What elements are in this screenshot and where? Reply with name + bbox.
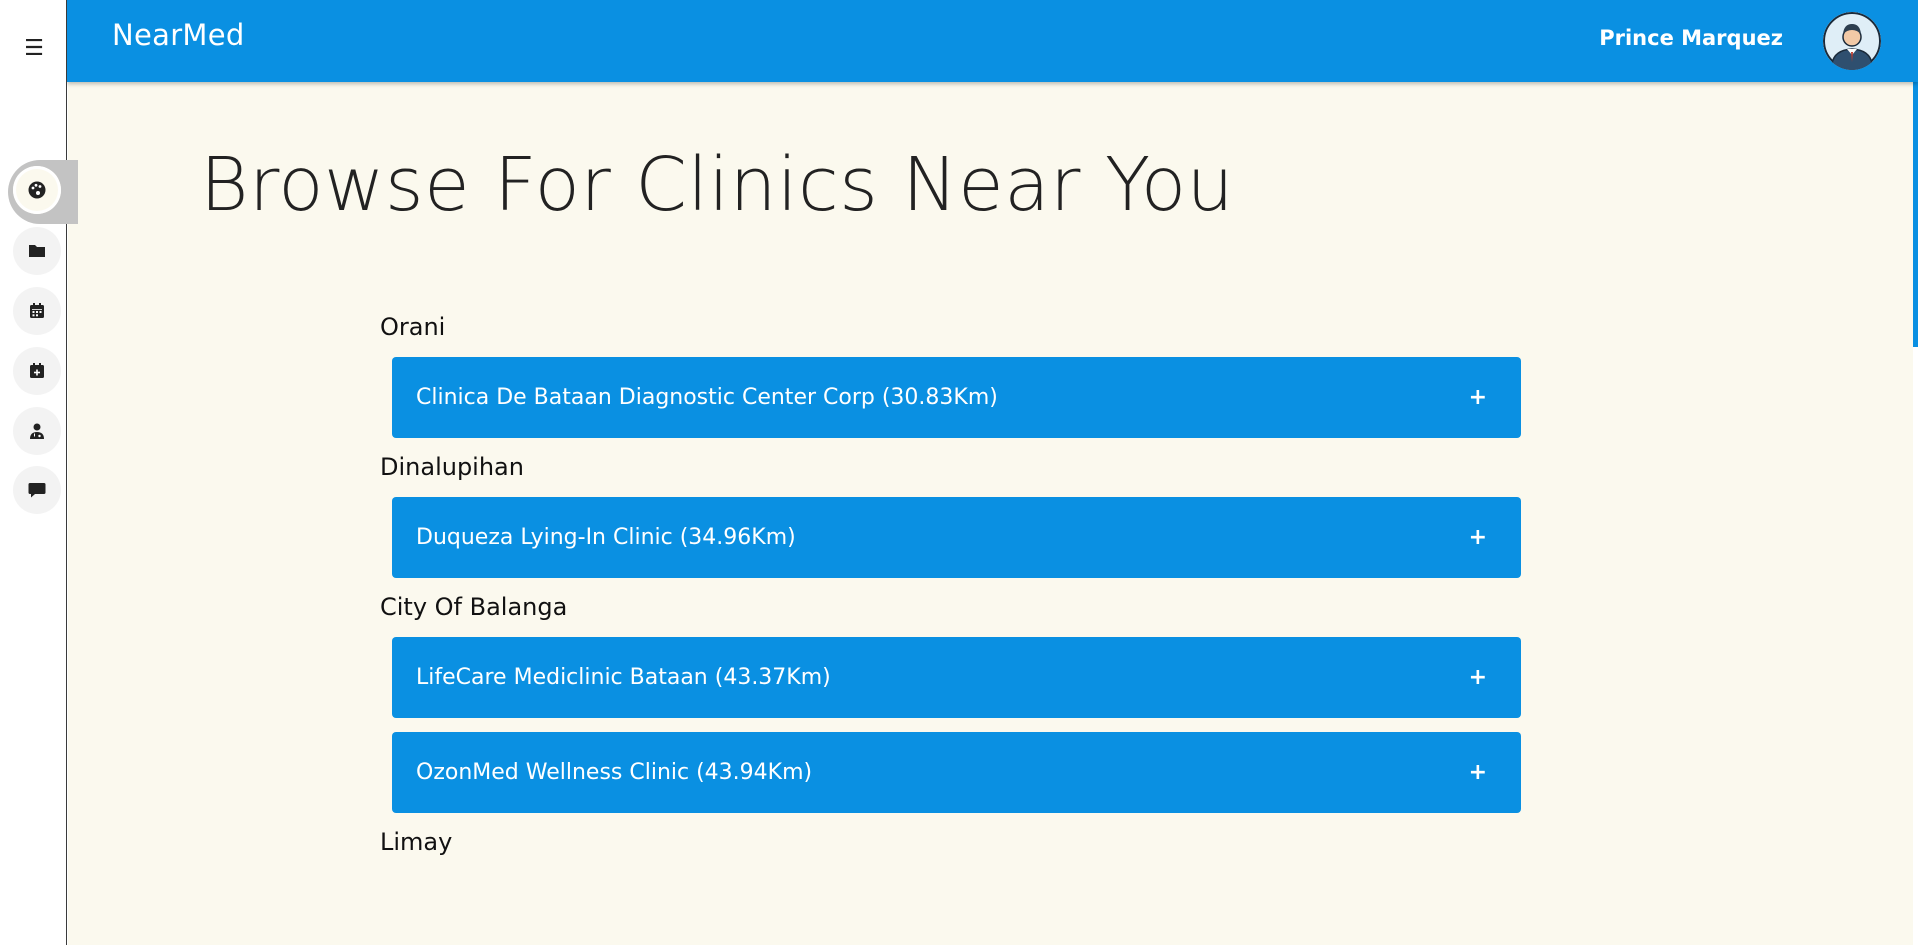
city-heading: Limay: [380, 828, 453, 856]
sidebar-item-messages[interactable]: [13, 466, 61, 514]
expand-plus-icon[interactable]: +: [1469, 665, 1487, 690]
sidebar-item-dashboard[interactable]: [13, 166, 61, 214]
expand-plus-icon[interactable]: +: [1469, 525, 1487, 550]
clinic-name: OzonMed Wellness Clinic (43.94Km): [416, 760, 813, 785]
hamburger-icon[interactable]: ☰: [22, 36, 46, 61]
sidebar-item-appointments[interactable]: [13, 347, 61, 395]
city-heading: Orani: [380, 313, 446, 341]
sidebar-item-calendar[interactable]: [13, 287, 61, 335]
avatar[interactable]: [1823, 12, 1881, 70]
clinic-accordion-item[interactable]: Duqueza Lying-In Clinic (34.96Km) +: [392, 497, 1521, 578]
calendar-icon: [30, 303, 44, 318]
user-avatar-icon: [1823, 12, 1881, 70]
clinic-name: LifeCare Mediclinic Bataan (43.37Km): [416, 665, 831, 690]
user-doctor-icon: [30, 423, 44, 439]
scrollbar-thumb[interactable]: [1913, 82, 1918, 347]
clinic-accordion-item[interactable]: Clinica De Bataan Diagnostic Center Corp…: [392, 357, 1521, 438]
palette-icon: [28, 181, 46, 199]
main-content: Browse For Clinics Near You Orani Clinic…: [68, 82, 1913, 945]
brand-logo[interactable]: NearMed: [112, 18, 245, 52]
clinic-accordion-item[interactable]: OzonMed Wellness Clinic (43.94Km) +: [392, 732, 1521, 813]
folder-icon: [29, 245, 45, 257]
sidebar-item-records[interactable]: [13, 227, 61, 275]
clinic-name: Duqueza Lying-In Clinic (34.96Km): [416, 525, 796, 550]
expand-plus-icon[interactable]: +: [1469, 760, 1487, 785]
sidebar: ☰: [0, 0, 78, 945]
clinic-accordion-item[interactable]: LifeCare Mediclinic Bataan (43.37Km) +: [392, 637, 1521, 718]
user-name[interactable]: Prince Marquez: [1599, 26, 1783, 50]
city-heading: Dinalupihan: [380, 453, 524, 481]
city-heading: City Of Balanga: [380, 593, 568, 621]
calendar-plus-icon: [30, 363, 44, 378]
sidebar-item-doctors[interactable]: [13, 407, 61, 455]
message-icon: [28, 483, 46, 498]
clinic-name: Clinica De Bataan Diagnostic Center Corp…: [416, 385, 998, 410]
page-title: Browse For Clinics Near You: [200, 142, 1235, 228]
top-navbar: NearMed Prince Marquez: [67, 0, 1918, 82]
expand-plus-icon[interactable]: +: [1469, 385, 1487, 410]
clinic-list: Orani Clinica De Bataan Diagnostic Cente…: [380, 312, 1522, 872]
